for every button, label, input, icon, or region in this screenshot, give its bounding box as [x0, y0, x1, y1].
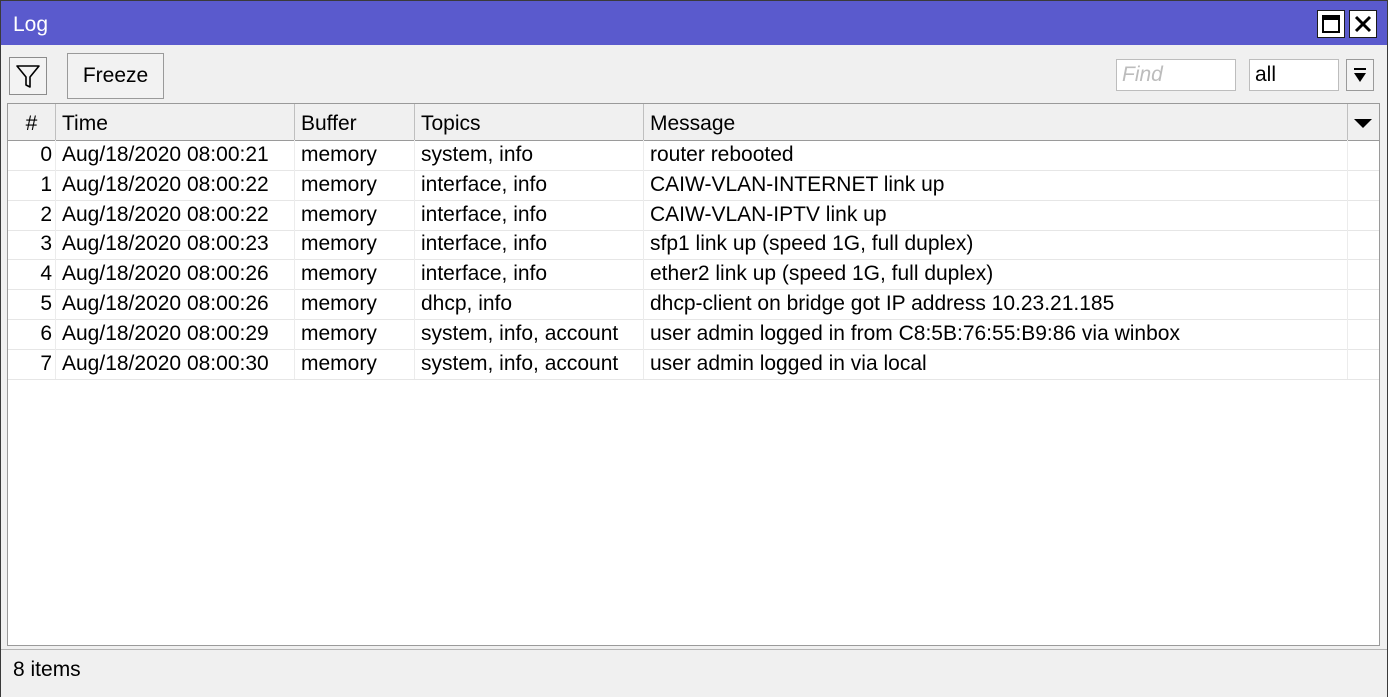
cell-number: 1 — [8, 169, 56, 200]
table-row[interactable]: 0 Aug/18/2020 08:00:21 memory system, info r… — [8, 140, 1379, 171]
cell-time: Aug/18/2020 08:00:23 — [56, 229, 295, 260]
cell-time: Aug/18/2020 08:00:30 — [56, 348, 295, 379]
cell-buffer: memory — [295, 140, 415, 170]
maximize-button[interactable] — [1317, 10, 1345, 38]
column-header-number[interactable]: # — [8, 104, 56, 140]
cell-buffer: memory — [295, 259, 415, 290]
cell-topics: interface, info — [415, 199, 644, 230]
item-count: 8 items — [13, 658, 81, 681]
dropdown-arrow-icon — [1354, 68, 1366, 82]
cell-topics: system, info — [415, 140, 644, 170]
topic-filter-select[interactable]: all — [1249, 59, 1339, 91]
cell-buffer: memory — [295, 199, 415, 230]
cell-time: Aug/18/2020 08:00:22 — [56, 169, 295, 200]
maximize-icon — [1322, 15, 1340, 33]
status-bar: 8 items — [1, 649, 1387, 697]
freeze-button[interactable]: Freeze — [67, 53, 164, 99]
column-header-message[interactable]: Message — [644, 104, 1348, 140]
cell-number: 6 — [8, 318, 56, 349]
log-window: Log Freeze all — [0, 0, 1388, 697]
table-row[interactable]: 1 Aug/18/2020 08:00:22 memory interface, in… — [8, 169, 1379, 201]
column-header-topics[interactable]: Topics — [415, 104, 644, 140]
filter-button[interactable] — [9, 57, 47, 95]
cell-time: Aug/18/2020 08:00:26 — [56, 289, 295, 319]
cell-message: CAIW-VLAN-IPTV link up — [644, 199, 1348, 230]
cell-message: user admin logged in from C8:5B:76:55:B9… — [644, 318, 1348, 349]
cell-message: user admin logged in via local — [644, 348, 1348, 379]
cell-message: sfp1 link up (speed 1G, full duplex) — [644, 229, 1348, 260]
cell-buffer: memory — [295, 229, 415, 260]
table-row[interactable]: 4 Aug/18/2020 08:00:26 memory interface, in… — [8, 259, 1379, 291]
cell-topics: system, info, account — [415, 318, 644, 349]
table-row[interactable]: 6 Aug/18/2020 08:00:29 memory system, info,… — [8, 318, 1379, 350]
toolbar: Freeze all — [1, 45, 1387, 103]
table-header: # Time Buffer Topics Message — [8, 104, 1379, 141]
cell-buffer: memory — [295, 169, 415, 200]
topic-filter-dropdown-button[interactable] — [1346, 59, 1374, 91]
table-row[interactable]: 3 Aug/18/2020 08:00:23 memory interface, in… — [8, 229, 1379, 261]
cell-number: 4 — [8, 259, 56, 290]
title-bar[interactable]: Log — [1, 1, 1387, 45]
cell-number: 7 — [8, 348, 56, 379]
cell-message: ether2 link up (speed 1G, full duplex) — [644, 259, 1348, 290]
close-icon — [1354, 15, 1372, 33]
table-row[interactable]: 5 Aug/18/2020 08:00:26 memory dhcp, info dhc… — [8, 289, 1379, 320]
cell-topics: dhcp, info — [415, 289, 644, 319]
cell-topics: interface, info — [415, 259, 644, 290]
cell-buffer: memory — [295, 318, 415, 349]
find-input[interactable] — [1116, 59, 1236, 91]
cell-time: Aug/18/2020 08:00:29 — [56, 318, 295, 349]
log-table: # Time Buffer Topics Message 0 Aug/18/202… — [7, 103, 1380, 646]
column-menu-button[interactable] — [1348, 104, 1379, 140]
table-row[interactable]: 2 Aug/18/2020 08:00:22 memory interface, in… — [8, 199, 1379, 231]
cell-topics: interface, info — [415, 229, 644, 260]
table-row[interactable]: 7 Aug/18/2020 08:00:30 memory system, info,… — [8, 348, 1379, 380]
column-header-time[interactable]: Time — [56, 104, 295, 140]
cell-message: CAIW-VLAN-INTERNET link up — [644, 169, 1348, 200]
cell-message: dhcp-client on bridge got IP address 10.… — [644, 289, 1348, 319]
filter-icon — [16, 65, 40, 88]
cell-number: 2 — [8, 199, 56, 230]
cell-topics: system, info, account — [415, 348, 644, 379]
cell-number: 0 — [8, 140, 56, 170]
cell-buffer: memory — [295, 289, 415, 319]
chevron-down-icon — [1354, 119, 1372, 128]
cell-buffer: memory — [295, 348, 415, 379]
cell-time: Aug/18/2020 08:00:22 — [56, 199, 295, 230]
cell-message: router rebooted — [644, 140, 1348, 170]
cell-time: Aug/18/2020 08:00:21 — [56, 140, 295, 170]
window-title: Log — [13, 13, 49, 36]
column-header-buffer[interactable]: Buffer — [295, 104, 415, 140]
close-button[interactable] — [1349, 10, 1377, 38]
cell-topics: interface, info — [415, 169, 644, 200]
cell-number: 3 — [8, 229, 56, 260]
cell-number: 5 — [8, 289, 56, 319]
cell-time: Aug/18/2020 08:00:26 — [56, 259, 295, 290]
